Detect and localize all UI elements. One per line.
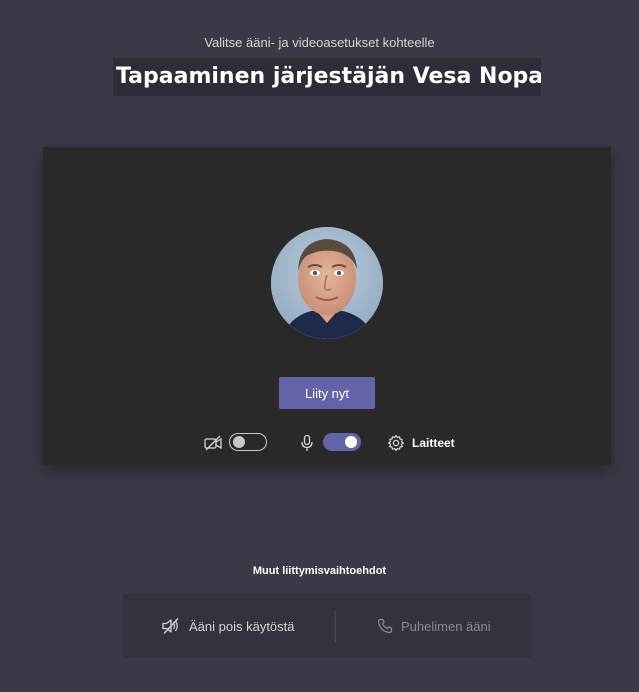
media-controls: Laitteet xyxy=(43,432,611,454)
pre-join-screen: Valitse ääni- ja videoasetukset kohteell… xyxy=(0,0,639,692)
video-preview-panel: Liity nyt Laitteet xyxy=(43,147,611,465)
audio-off-label: Ääni pois käytöstä xyxy=(189,618,295,634)
avatar-photo xyxy=(271,227,383,339)
devices-label: Laitteet xyxy=(412,436,455,450)
options-divider xyxy=(335,610,336,642)
microphone-toggle-knob xyxy=(345,436,357,448)
other-join-options: Ääni pois käytöstä Puhelimen ääni xyxy=(123,594,531,658)
other-join-options-heading: Muut liittymisvaihtoehdot xyxy=(252,565,387,577)
speaker-off-icon xyxy=(161,617,181,635)
meeting-title: Tapaaminen järjestäjän Vesa Nopanen xyxy=(116,64,541,89)
gear-icon xyxy=(387,434,405,452)
audio-off-option[interactable]: Ääni pois käytöstä xyxy=(161,594,295,658)
video-toggle[interactable] xyxy=(229,433,267,451)
phone-icon xyxy=(377,618,393,634)
devices-button[interactable]: Laitteet xyxy=(387,432,455,454)
microphone-icon xyxy=(297,434,317,452)
phone-audio-label: Puhelimen ääni xyxy=(401,618,491,634)
page-subtitle: Valitse ääni- ja videoasetukset kohteell… xyxy=(204,35,435,50)
video-toggle-knob xyxy=(233,435,245,448)
join-now-button[interactable]: Liity nyt xyxy=(279,377,375,409)
title-container: Tapaaminen järjestäjän Vesa Nopanen xyxy=(113,58,541,96)
avatar xyxy=(271,227,383,339)
microphone-toggle[interactable] xyxy=(323,433,361,451)
phone-audio-option[interactable]: Puhelimen ääni xyxy=(377,594,491,658)
camera-off-icon xyxy=(203,434,223,452)
